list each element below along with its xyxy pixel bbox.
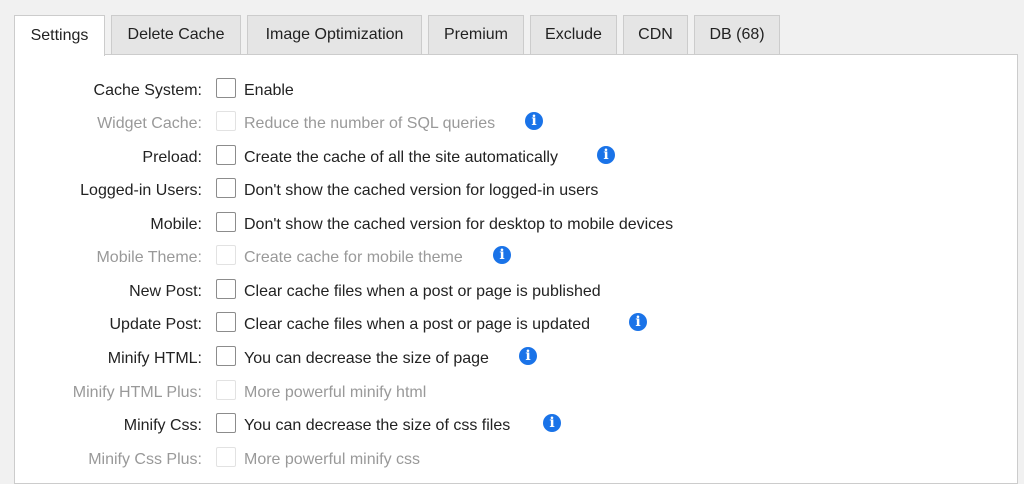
setting-checkbox[interactable]: [216, 279, 236, 299]
setting-label: New Post:: [129, 283, 202, 300]
setting-description: Clear cache files when a post or page is…: [244, 283, 601, 300]
tab-cdn[interactable]: CDN: [623, 15, 688, 54]
info-icon[interactable]: i: [543, 414, 561, 432]
setting-row: Minify Css: You can decrease the size of …: [0, 413, 1024, 441]
tab-db[interactable]: DB (68): [694, 15, 780, 54]
setting-description: More powerful minify html: [244, 384, 427, 401]
setting-label: Mobile Theme:: [96, 249, 202, 266]
setting-description: Reduce the number of SQL queries: [244, 115, 496, 132]
setting-label: Update Post:: [109, 316, 203, 333]
setting-row: Widget Cache: Reduce the number of SQL qu…: [0, 111, 1024, 139]
setting-label: Logged-in Users:: [80, 182, 202, 199]
setting-checkbox: [216, 111, 236, 131]
info-icon[interactable]: i: [629, 313, 647, 331]
tab-bar: Settings Delete Cache Image Optimization…: [0, 0, 1024, 58]
setting-row: Mobile: Don't show the cached version for…: [0, 212, 1024, 240]
setting-description: More powerful minify css: [244, 451, 421, 468]
setting-label: Preload:: [142, 149, 202, 166]
setting-label: Minify HTML Plus:: [72, 384, 202, 401]
tab-settings[interactable]: Settings: [14, 15, 105, 56]
setting-checkbox: [216, 245, 236, 265]
setting-row: Cache System: Enable: [0, 78, 1024, 106]
setting-row: Update Post: Clear cache files when a pos…: [0, 312, 1024, 340]
setting-label: Mobile:: [150, 216, 202, 233]
setting-row: New Post: Clear cache files when a post o…: [0, 279, 1024, 307]
setting-row: Minify HTML: You can decrease the size of…: [0, 346, 1024, 374]
setting-description: Don't show the cached version for deskto…: [244, 216, 674, 233]
tab-delete-cache[interactable]: Delete Cache: [111, 15, 241, 54]
info-icon[interactable]: i: [519, 347, 537, 365]
setting-label: Widget Cache:: [97, 115, 202, 132]
setting-description: Clear cache files when a post or page is…: [244, 316, 590, 333]
setting-checkbox[interactable]: [216, 413, 236, 433]
setting-row: Mobile Theme: Create cache for mobile the…: [0, 245, 1024, 273]
info-icon[interactable]: i: [493, 246, 511, 264]
setting-description: Create the cache of all the site automat…: [244, 149, 558, 166]
setting-checkbox: [216, 380, 236, 400]
info-icon[interactable]: i: [597, 146, 615, 164]
tab-premium[interactable]: Premium: [428, 15, 524, 54]
setting-label: Cache System:: [93, 82, 202, 99]
setting-checkbox[interactable]: [216, 212, 236, 232]
setting-label: Minify HTML:: [107, 350, 202, 367]
setting-checkbox[interactable]: [216, 312, 236, 332]
setting-label: Minify Css Plus:: [88, 451, 202, 468]
setting-row: Logged-in Users: Don't show the cached ve…: [0, 178, 1024, 206]
setting-description: You can decrease the size of page: [244, 350, 489, 367]
setting-description: Create cache for mobile theme: [244, 249, 463, 266]
setting-checkbox: [216, 447, 236, 467]
setting-description: Enable: [244, 82, 294, 99]
setting-row: Preload: Create the cache of all the site…: [0, 145, 1024, 173]
setting-description: Don't show the cached version for logged…: [244, 182, 599, 199]
info-icon[interactable]: i: [525, 112, 543, 130]
tab-exclude[interactable]: Exclude: [530, 15, 617, 54]
setting-row: Minify HTML Plus: More powerful minify ht…: [0, 380, 1024, 408]
tab-image-optimization[interactable]: Image Optimization: [247, 15, 422, 54]
setting-description: You can decrease the size of css files: [244, 417, 511, 434]
setting-row: Minify Css Plus: More powerful minify css: [0, 447, 1024, 475]
setting-checkbox[interactable]: [216, 346, 236, 366]
setting-checkbox[interactable]: [216, 145, 236, 165]
setting-label: Minify Css:: [123, 417, 202, 434]
setting-checkbox[interactable]: [216, 78, 236, 98]
setting-checkbox[interactable]: [216, 178, 236, 198]
